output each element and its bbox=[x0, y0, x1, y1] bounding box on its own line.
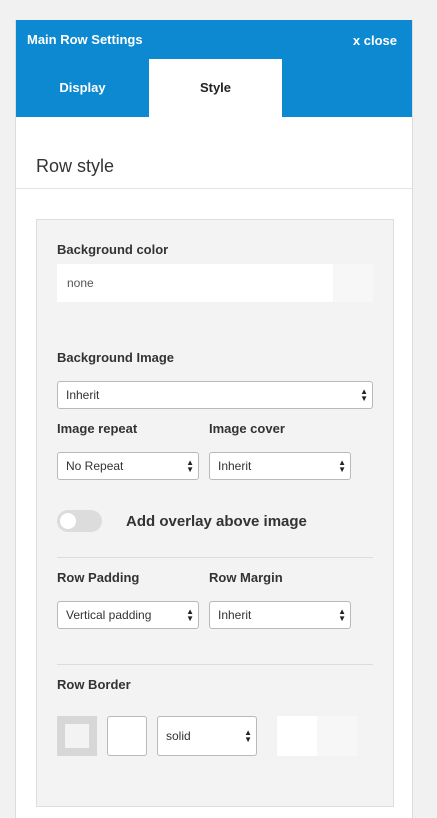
row-padding-label: Row Padding bbox=[57, 570, 140, 585]
row-border-label: Row Border bbox=[57, 677, 131, 692]
panel-title: Main Row Settings bbox=[27, 32, 143, 47]
row-margin-select[interactable]: Inherit ▲ ▼ bbox=[209, 601, 351, 629]
image-cover-value: Inherit bbox=[218, 459, 252, 473]
select-arrows-icon: ▲ ▼ bbox=[244, 728, 252, 744]
background-color-input[interactable] bbox=[57, 264, 333, 302]
overlay-toggle[interactable] bbox=[57, 510, 102, 532]
toggle-knob bbox=[60, 513, 76, 529]
image-cover-label: Image cover bbox=[209, 421, 285, 436]
row-padding-value: Vertical padding bbox=[66, 608, 152, 622]
divider bbox=[57, 557, 373, 558]
section-title: Row style bbox=[36, 156, 115, 176]
background-image-select[interactable]: Inherit ▲ ▼ bbox=[57, 381, 373, 409]
background-color-swatch[interactable] bbox=[333, 264, 373, 302]
close-button[interactable]: x close bbox=[353, 33, 397, 48]
border-style-select[interactable]: solid ▲ ▼ bbox=[157, 716, 257, 756]
border-color-input[interactable] bbox=[277, 716, 317, 756]
row-margin-label: Row Margin bbox=[209, 570, 283, 585]
divider bbox=[57, 664, 373, 665]
image-repeat-value: No Repeat bbox=[66, 459, 124, 473]
select-arrows-icon: ▲ ▼ bbox=[186, 607, 194, 623]
tab-bar: Display Style bbox=[16, 59, 412, 117]
image-repeat-label: Image repeat bbox=[57, 421, 138, 436]
style-options-box: Background color Background Image Inheri… bbox=[36, 219, 394, 807]
background-image-label: Background Image bbox=[57, 350, 175, 365]
border-width-input[interactable] bbox=[107, 716, 147, 756]
panel-header: Main Row Settings x close bbox=[16, 20, 412, 59]
select-arrows-icon: ▲ ▼ bbox=[360, 387, 368, 403]
tab-display[interactable]: Display bbox=[16, 59, 149, 117]
overlay-label: Add overlay above image bbox=[126, 513, 307, 530]
select-arrows-icon: ▲ ▼ bbox=[338, 607, 346, 623]
image-cover-select[interactable]: Inherit ▲ ▼ bbox=[209, 452, 351, 480]
row-margin-value: Inherit bbox=[218, 608, 252, 622]
border-sides-icon bbox=[65, 724, 89, 748]
row-settings-panel: Main Row Settings x close Display Style … bbox=[15, 20, 413, 818]
section-divider bbox=[16, 188, 412, 189]
image-repeat-select[interactable]: No Repeat ▲ ▼ bbox=[57, 452, 199, 480]
row-padding-select[interactable]: Vertical padding ▲ ▼ bbox=[57, 601, 199, 629]
background-image-value: Inherit bbox=[66, 388, 100, 402]
select-arrows-icon: ▲ ▼ bbox=[186, 458, 194, 474]
background-color-label: Background color bbox=[57, 242, 169, 257]
tab-style[interactable]: Style bbox=[149, 59, 282, 117]
border-style-value: solid bbox=[166, 729, 191, 743]
select-arrows-icon: ▲ ▼ bbox=[338, 458, 346, 474]
border-color-swatch[interactable] bbox=[317, 716, 357, 756]
border-sides-button[interactable] bbox=[57, 716, 97, 756]
